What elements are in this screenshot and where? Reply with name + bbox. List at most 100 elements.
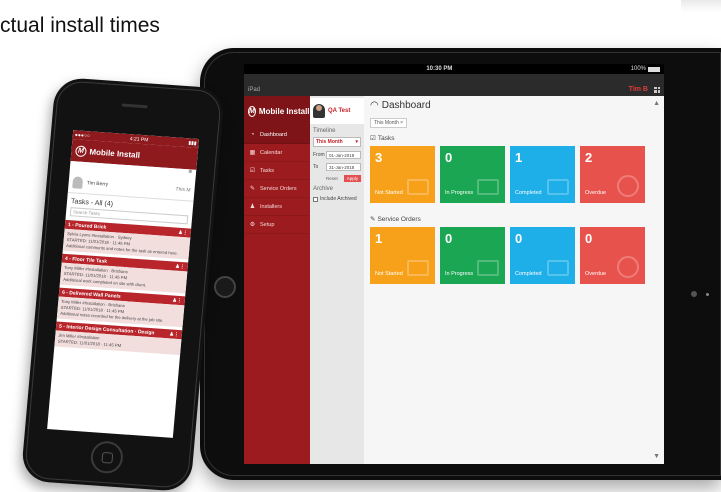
app-body: M Mobile Install ≡ ◔ Dashboard ▦ Calenda… xyxy=(244,96,664,464)
reset-button[interactable]: Reset xyxy=(323,175,341,182)
chevron-down-icon: ▾ xyxy=(355,139,358,145)
tile-label: Overdue xyxy=(585,190,607,196)
brand-name: Mobile Install xyxy=(258,106,310,116)
tile-tasks-not-started[interactable]: 3 Not Started xyxy=(370,146,435,203)
apply-button[interactable]: Apply xyxy=(343,175,361,182)
tile-label: Overdue xyxy=(585,271,607,277)
phone-screen: ●●●○○ 4:21 PM ▮▮▮ M Mobile Install ≡ Tim… xyxy=(47,130,199,438)
brand-logo-icon: M xyxy=(75,144,87,157)
tile-label: Completed xyxy=(515,271,542,277)
tile-orders-completed[interactable]: 0 Completed xyxy=(510,227,575,284)
person-icon: ♟⋮ xyxy=(175,263,186,270)
phone-device: ●●●○○ 4:21 PM ▮▮▮ M Mobile Install ≡ Tim… xyxy=(20,76,226,492)
calendar-icon: ▦ xyxy=(249,150,256,156)
apps-grid-icon[interactable] xyxy=(654,86,660,93)
include-archived-option[interactable]: Include Archived xyxy=(313,196,361,202)
phone-menu-icon[interactable]: ≡ xyxy=(188,169,192,175)
tile-count: 0 xyxy=(515,231,523,246)
checkbox-icon: ☑ xyxy=(370,135,376,142)
sidebar-item-installers[interactable]: ♟ Installers xyxy=(244,198,310,216)
status-time: 10:30 PM xyxy=(426,66,453,72)
filter-chip[interactable]: This Month × xyxy=(370,118,408,128)
tile-screen-icon xyxy=(407,260,429,276)
dashboard-heading: ◠ Dashboard xyxy=(370,100,658,111)
timeline-select-value: This Month xyxy=(316,139,343,145)
tile-orders-in-progress[interactable]: 0 In Progress xyxy=(440,227,505,284)
scroll-up-icon[interactable]: ▲ xyxy=(653,100,660,107)
sidebar-item-label: Installers xyxy=(260,203,283,210)
sidebar-item-label: Dashboard xyxy=(260,131,287,138)
tile-screen-icon xyxy=(547,260,569,276)
orders-group-label: Service Orders xyxy=(377,215,421,223)
wrench-icon: ✎ xyxy=(249,186,256,192)
tasks-group-label: Tasks xyxy=(377,134,395,142)
sidebar: M Mobile Install ≡ ◔ Dashboard ▦ Calenda… xyxy=(244,96,319,464)
top-right-controls: Tim B xyxy=(629,86,660,93)
tile-tasks-completed[interactable]: 1 Completed xyxy=(510,146,575,203)
archive-title: Archive xyxy=(313,186,334,192)
person-icon: ♟⋮ xyxy=(172,296,183,304)
sidebar-item-dashboard[interactable]: ◔ Dashboard xyxy=(244,126,310,144)
tablet-sensor-icon xyxy=(706,293,709,296)
person-icon: ♟⋮ xyxy=(169,330,180,338)
include-archived-checkbox[interactable] xyxy=(313,196,318,202)
from-date-field[interactable]: 01-Jan-2018 xyxy=(326,151,361,159)
list-item[interactable]: 1 - Poured Brick ♟⋮ Sylvia Lyons #Install… xyxy=(62,219,192,260)
tile-label: Not Started xyxy=(375,271,403,277)
tile-count: 0 xyxy=(585,231,593,246)
sidebar-item-label: Service Orders xyxy=(260,185,297,192)
from-row: From 01-Jan-2018 xyxy=(313,151,361,159)
sidebar-item-setup[interactable]: ⚙ Setup xyxy=(244,216,310,234)
avatar xyxy=(72,175,84,189)
tile-label: In Progress xyxy=(445,271,474,277)
sidebar-item-tasks[interactable]: ☑ Tasks xyxy=(244,162,310,180)
timeline-buttons: Reset Apply xyxy=(313,175,361,182)
status-battery: 100% xyxy=(631,66,660,72)
home-square-icon xyxy=(100,451,113,464)
person-icon: ♟ xyxy=(249,204,256,210)
sidebar-item-label: Calendar xyxy=(260,149,283,156)
tile-orders-overdue[interactable]: 0 Overdue xyxy=(580,227,645,284)
sidebar-brand[interactable]: M Mobile Install ≡ xyxy=(244,96,319,126)
tile-screen-icon xyxy=(477,179,499,195)
tablet-device: 10:30 PM 100% iPad Tim B M Mobile Instal… xyxy=(200,48,721,480)
phone-brand-name: Mobile Install xyxy=(89,146,141,160)
phone-status-time: 4:21 PM xyxy=(129,135,149,143)
sidebar-item-label: Tasks xyxy=(260,167,275,174)
to-date-field[interactable]: 31-Jan-2018 xyxy=(326,163,361,171)
dashboard-main: ◠ Dashboard This Month × ☑ Tasks 3 Not St… xyxy=(364,96,664,464)
tablet-home-button[interactable] xyxy=(214,276,236,298)
battery-percent: 100% xyxy=(630,66,646,72)
filter-panel: QA Test Timeline This Month ▾ From 01-Ja… xyxy=(310,96,364,464)
phone-month-filter[interactable]: This M xyxy=(175,186,190,193)
clock-icon xyxy=(617,256,639,278)
tile-orders-not-started[interactable]: 1 Not Started xyxy=(370,227,435,284)
tile-count: 1 xyxy=(515,150,523,165)
page-title: Dashboard xyxy=(381,100,431,111)
tile-tasks-in-progress[interactable]: 0 In Progress xyxy=(440,146,505,203)
top-user-menu[interactable]: Tim B xyxy=(629,86,648,93)
sidebar-item-service-orders[interactable]: ✎ Service Orders xyxy=(244,180,310,198)
tablet-statusbar: 10:30 PM 100% xyxy=(244,64,664,74)
wrench-icon: ✎ xyxy=(370,216,376,223)
user-title: QA Test xyxy=(328,108,351,114)
task-tiles: 3 Not Started 0 In Progress 1 Completed 2 Ov… xyxy=(370,146,658,203)
corner-shadow xyxy=(681,0,721,12)
timeline-select[interactable]: This Month ▾ xyxy=(313,137,361,147)
speedometer-icon: ◠ xyxy=(370,100,379,111)
device-label: iPad xyxy=(248,87,261,93)
scroll-down-icon[interactable]: ▼ xyxy=(653,453,660,460)
list-item[interactable]: 4 - Floor Tile Task ♟⋮ Tony Miller #Insta… xyxy=(59,253,189,294)
tile-tasks-overdue[interactable]: 2 Overdue xyxy=(580,146,645,203)
phone-task-list: 1 - Poured Brick ♟⋮ Sylvia Lyons #Install… xyxy=(54,219,192,356)
list-item[interactable]: 5 - Interior Design Consultation · Desig… xyxy=(54,321,183,356)
tile-count: 0 xyxy=(445,231,453,246)
tablet-topbar: iPad Tim B xyxy=(244,74,664,96)
sidebar-item-calendar[interactable]: ▦ Calendar xyxy=(244,144,310,162)
brand-logo-icon: M xyxy=(248,105,256,117)
tablet-camera-icon xyxy=(691,291,697,297)
tasks-icon: ☑ xyxy=(249,168,256,174)
to-row: To 31-Jan-2018 xyxy=(313,163,361,171)
person-icon: ♟⋮ xyxy=(178,229,189,236)
list-item[interactable]: 6 - Delivered Wall Panels ♟⋮ Tony Miller … xyxy=(56,287,186,328)
